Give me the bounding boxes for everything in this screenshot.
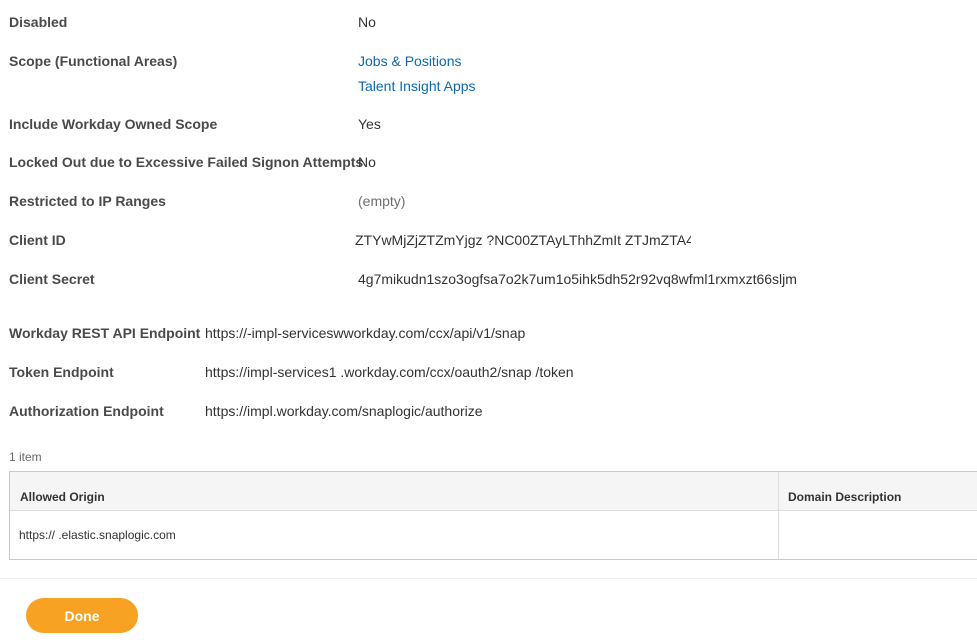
scope-link-jobs-positions[interactable]: Jobs & Positions (358, 53, 462, 69)
endpoint-value-token: https://impl-services1 .workday.com/ccx/… (205, 364, 574, 380)
field-value-locked-out: No (358, 154, 376, 170)
field-label-scope: Scope (Functional Areas) (9, 53, 178, 69)
done-button[interactable]: Done (26, 598, 138, 633)
field-label-client-id: Client ID (9, 232, 66, 248)
cell-allowed-origin: https:// .elastic.snaplogic.com (19, 528, 176, 542)
field-value-client-secret: 4g7mikudn1szo3ogfsa7o2k7um1o5ihk5dh52r92… (358, 271, 797, 287)
column-header-allowed-origin[interactable]: Allowed Origin (20, 490, 105, 504)
field-label-client-secret: Client Secret (9, 271, 95, 287)
endpoint-value-rest-api: https://-impl-serviceswworkday.com/ccx/a… (205, 325, 526, 341)
field-label-include-owned-scope: Include Workday Owned Scope (9, 116, 218, 132)
endpoint-label-token: Token Endpoint (9, 364, 114, 380)
field-value-client-id: ZTYwMjZjZTZmYjgz ?NC00ZTAyLThhZmIt ZTJmZ… (355, 232, 691, 248)
footer-divider (0, 578, 977, 579)
field-label-disabled: Disabled (9, 14, 68, 30)
column-header-domain-description[interactable]: Domain Description (788, 490, 901, 504)
field-value-disabled: No (358, 14, 376, 30)
endpoint-value-authorization: https://impl.workday.com/snaplogic/autho… (205, 403, 483, 419)
scope-link-talent-insight-apps[interactable]: Talent Insight Apps (358, 78, 476, 94)
allowed-origins-table: Allowed Origin Domain Description https:… (9, 471, 977, 560)
column-divider (778, 472, 779, 559)
field-label-restricted-ip: Restricted to IP Ranges (9, 193, 166, 209)
field-label-locked-out: Locked Out due to Excessive Failed Signo… (9, 154, 364, 170)
field-value-restricted-ip: (empty) (358, 193, 406, 209)
endpoint-label-rest-api: Workday REST API Endpoint (9, 325, 201, 341)
field-value-include-owned-scope: Yes (358, 116, 381, 132)
grid-item-count: 1 item (9, 450, 42, 464)
endpoint-label-authorization: Authorization Endpoint (9, 403, 164, 419)
